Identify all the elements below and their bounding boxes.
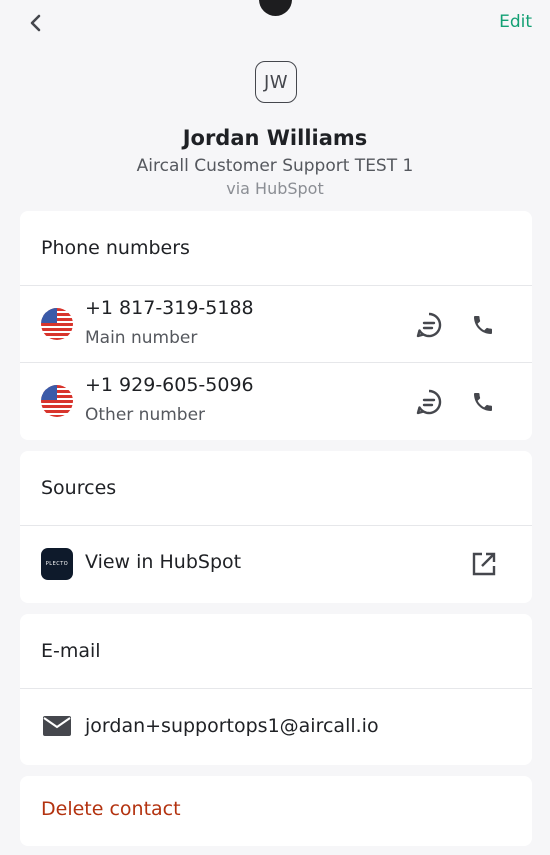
sources-title: Sources: [20, 451, 532, 526]
phone-row[interactable]: +1 929-605-5096 Other number: [20, 363, 532, 440]
back-button[interactable]: [24, 11, 48, 35]
phone-label: Main number: [85, 328, 198, 348]
phone-number: +1 817-319-5188: [85, 297, 254, 319]
us-flag-icon: [41, 385, 73, 417]
message-icon: [416, 389, 442, 415]
delete-card: Delete contact: [20, 776, 532, 846]
avatar: JW: [255, 61, 297, 103]
message-button[interactable]: [414, 387, 444, 417]
edit-button[interactable]: Edit: [499, 12, 532, 32]
contact-source: via HubSpot: [226, 179, 324, 198]
phone-icon: [474, 316, 492, 334]
message-button[interactable]: [414, 310, 444, 340]
hubspot-source-row[interactable]: PLECTO View in HubSpot: [20, 526, 532, 602]
phone-numbers-card: Phone numbers +1 817-319-5188 Main numbe…: [20, 211, 532, 440]
email-row[interactable]: jordan+supportops1@aircall.io: [20, 689, 532, 764]
view-in-hubspot-link[interactable]: View in HubSpot: [85, 551, 241, 573]
message-icon: [416, 312, 442, 338]
contact-name: Jordan Williams: [182, 126, 368, 150]
camera-notch: [259, 0, 292, 16]
us-flag-icon: [41, 308, 73, 340]
email-title: E-mail: [20, 614, 532, 689]
phone-label: Other number: [85, 405, 206, 425]
delete-contact-button[interactable]: Delete contact: [41, 798, 181, 820]
phone-icon: [474, 393, 492, 411]
open-external-button[interactable]: [469, 549, 499, 579]
sources-card: Sources PLECTO View in HubSpot: [20, 451, 532, 603]
phone-numbers-title: Phone numbers: [20, 211, 532, 286]
plecto-logo: PLECTO: [41, 548, 73, 580]
phone-row[interactable]: +1 817-319-5188 Main number: [20, 286, 532, 363]
email-address[interactable]: jordan+supportops1@aircall.io: [85, 715, 379, 737]
chevron-left-icon: [30, 14, 41, 32]
mail-icon: [43, 716, 71, 740]
contact-company: Aircall Customer Support TEST 1: [136, 156, 414, 176]
phone-number: +1 929-605-5096: [85, 374, 254, 396]
call-button[interactable]: [468, 310, 498, 340]
call-button[interactable]: [468, 387, 498, 417]
external-link-icon: [472, 552, 496, 576]
email-card: E-mail jordan+supportops1@aircall.io: [20, 614, 532, 765]
